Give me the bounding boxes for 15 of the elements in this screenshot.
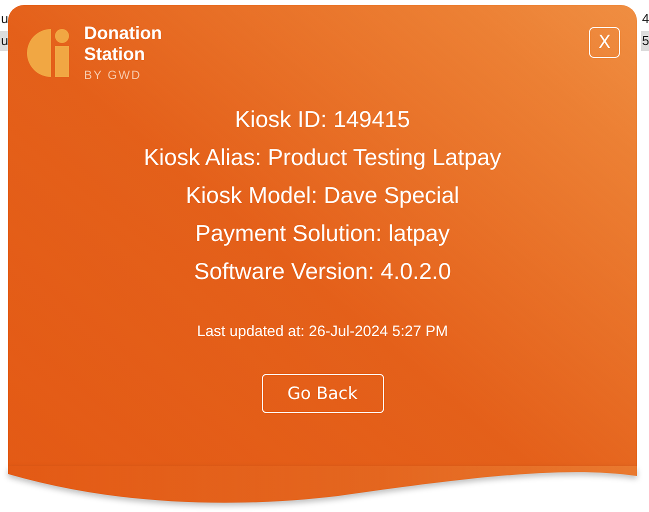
info-text: Kiosk ID: 149415 (234, 105, 410, 134)
last-updated-text: Last updated at: 26-Jul-2024 5:27 PM (196, 323, 448, 340)
row-text: u (0, 10, 8, 28)
go-back-button[interactable]: Go Back (262, 374, 384, 413)
info-text: Software Version: 4.0.2.0 (194, 257, 451, 286)
row-text: 4 (641, 10, 649, 28)
info-text: Payment Solution: latpay (195, 219, 450, 248)
row-text: u (0, 31, 8, 51)
brand-name: Donation (84, 23, 162, 44)
info-text: Kiosk Model: Dave Special (186, 181, 460, 210)
brand-tagline: BY GWD (84, 68, 142, 82)
row-text: 5 (641, 31, 649, 51)
close-button[interactable]: X (589, 27, 620, 58)
info-text: Kiosk Alias: Product Testing Latpay (144, 143, 502, 172)
brand-name: Station (84, 44, 146, 65)
